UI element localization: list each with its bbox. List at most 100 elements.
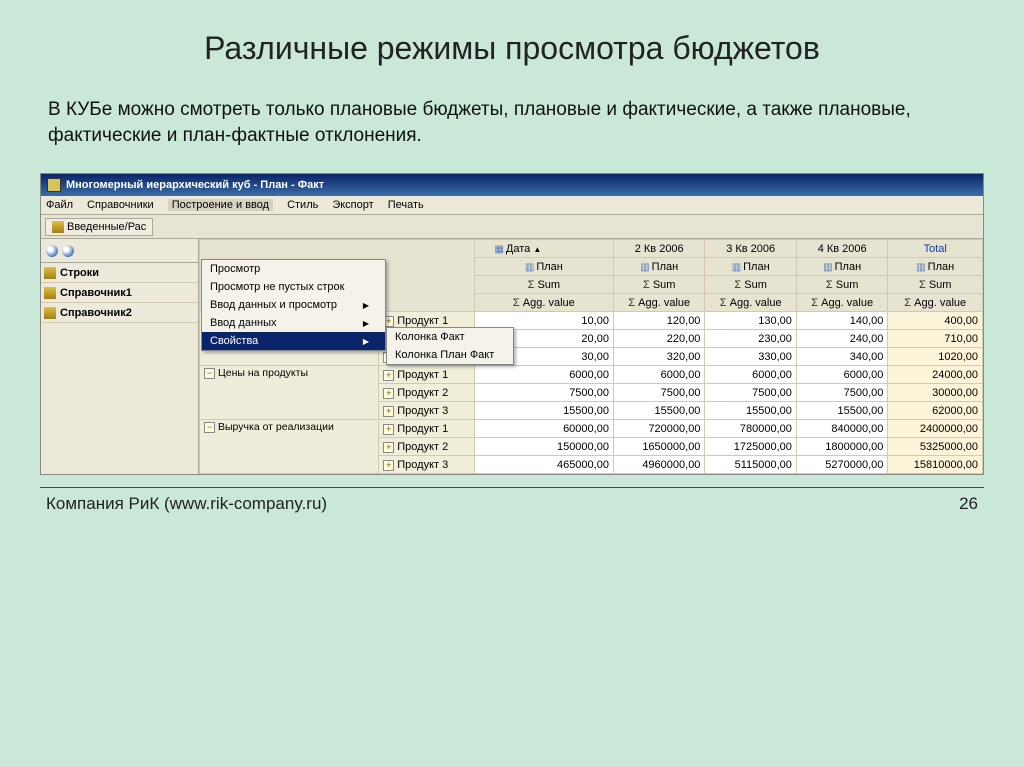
menu-build[interactable]: Построение и ввод <box>168 199 273 211</box>
dd-item-input[interactable]: Ввод данных▶ <box>202 314 385 332</box>
side-row-stroki[interactable]: Строки <box>41 263 198 283</box>
cell: 5115000,00 <box>705 456 796 474</box>
cell: 340,00 <box>796 348 887 366</box>
cell: 320,00 <box>613 348 704 366</box>
cell: 15500,00 <box>705 402 796 420</box>
zoom-out-icon[interactable] <box>62 245 74 257</box>
hdr-plan-3: ▥План <box>705 258 796 276</box>
product-cell[interactable]: +Продукт 1 <box>379 420 475 438</box>
menu-style[interactable]: Стиль <box>287 199 318 211</box>
side-row-ref1[interactable]: Справочник1 <box>41 283 198 303</box>
group-revenue[interactable]: −Выручка от реализации <box>200 420 379 474</box>
app-window: Многомерный иерархический куб - План - Ф… <box>40 173 984 475</box>
cell: 140,00 <box>796 312 887 330</box>
hdr-agg-1: Σ Agg. value <box>474 294 613 312</box>
dd-item-nonempty[interactable]: Просмотр не пустых строк <box>202 278 385 296</box>
cell-total: 24000,00 <box>888 366 983 384</box>
expand-icon[interactable]: + <box>383 442 394 453</box>
menu-print[interactable]: Печать <box>388 199 424 211</box>
cell: 1650000,00 <box>613 438 704 456</box>
cell: 720000,00 <box>613 420 704 438</box>
expand-icon[interactable]: + <box>383 388 394 399</box>
cell: 780000,00 <box>705 420 796 438</box>
col-q4[interactable]: 4 Кв 2006 <box>796 240 887 258</box>
cell: 15500,00 <box>796 402 887 420</box>
hdr-agg-2: Σ Agg. value <box>613 294 704 312</box>
slide-title: Различные режимы просмотра бюджетов <box>40 30 984 67</box>
cell: 6000,00 <box>796 366 887 384</box>
cell: 150000,00 <box>474 438 613 456</box>
expand-icon[interactable]: + <box>383 406 394 417</box>
col-date[interactable]: ▦Дата ▲ 1 Кв 2006 <box>474 240 613 258</box>
col-q3[interactable]: 3 Кв 2006 <box>705 240 796 258</box>
cell: 840000,00 <box>796 420 887 438</box>
dd-item-view[interactable]: Просмотр <box>202 260 385 278</box>
dropdown-menu: Просмотр Просмотр не пустых строк Ввод д… <box>201 259 386 351</box>
submenu: Колонка Факт Колонка План Факт <box>386 327 514 365</box>
cell: 7500,00 <box>796 384 887 402</box>
expand-icon[interactable]: + <box>383 460 394 471</box>
cell: 465000,00 <box>474 456 613 474</box>
slide-footer: Компания РиК (www.rik-company.ru) 26 <box>40 494 984 514</box>
zoom-in-icon[interactable] <box>46 245 58 257</box>
cell: 7500,00 <box>613 384 704 402</box>
hdr-sum-4: Σ Sum <box>796 276 887 294</box>
hdr-sum-5: Σ Sum <box>888 276 983 294</box>
expand-icon[interactable]: + <box>383 370 394 381</box>
dd-item-properties[interactable]: Свойства▶ <box>202 332 385 350</box>
side-panel: Строки Справочник1 Справочник2 <box>41 239 199 474</box>
hdr-plan-1: ▥План <box>474 258 613 276</box>
footer-company: Компания РиК (www.rik-company.ru) <box>46 494 327 514</box>
side-row-ref2[interactable]: Справочник2 <box>41 303 198 323</box>
cell-total: 400,00 <box>888 312 983 330</box>
cell-total: 710,00 <box>888 330 983 348</box>
cell: 230,00 <box>705 330 796 348</box>
hdr-sum-3: Σ Sum <box>705 276 796 294</box>
cell-total: 1020,00 <box>888 348 983 366</box>
table-row: −Цены на продукты +Продукт 1 6000,006000… <box>200 366 983 384</box>
expand-icon[interactable]: + <box>383 424 394 435</box>
cell: 60000,00 <box>474 420 613 438</box>
cell: 240,00 <box>796 330 887 348</box>
product-cell[interactable]: +Продукт 3 <box>379 456 475 474</box>
sm-item-col-fact[interactable]: Колонка Факт <box>387 328 513 346</box>
app-icon <box>47 178 61 192</box>
collapse-icon[interactable]: − <box>204 422 215 433</box>
product-cell[interactable]: +Продукт 1 <box>379 366 475 384</box>
menubar: Файл Справочники Построение и ввод Стиль… <box>41 196 983 215</box>
product-cell[interactable]: +Продукт 2 <box>379 438 475 456</box>
cell-total: 62000,00 <box>888 402 983 420</box>
cell: 5270000,00 <box>796 456 887 474</box>
menu-file[interactable]: Файл <box>46 199 73 211</box>
chevron-right-icon: ▶ <box>363 337 369 346</box>
menu-export[interactable]: Экспорт <box>332 199 373 211</box>
hdr-plan-4: ▥План <box>796 258 887 276</box>
toolbar: Введенные/Рас <box>41 215 983 239</box>
toolbar-entered-button[interactable]: Введенные/Рас <box>45 218 153 236</box>
window-title: Многомерный иерархический куб - План - Ф… <box>66 179 324 191</box>
tree-icon <box>44 287 56 299</box>
footer-divider <box>40 487 984 488</box>
product-cell[interactable]: +Продукт 3 <box>379 402 475 420</box>
hdr-plan-2: ▥План <box>613 258 704 276</box>
product-cell[interactable]: +Продукт 2 <box>379 384 475 402</box>
dd-item-input-view[interactable]: Ввод данных и просмотр▶ <box>202 296 385 314</box>
hdr-plan-5: ▥План <box>888 258 983 276</box>
cell: 15500,00 <box>613 402 704 420</box>
col-total[interactable]: Total <box>888 240 983 258</box>
cell: 6000,00 <box>474 366 613 384</box>
col-q2[interactable]: 2 Кв 2006 <box>613 240 704 258</box>
cell-total: 30000,00 <box>888 384 983 402</box>
tree-icon <box>44 267 56 279</box>
group-prices[interactable]: −Цены на продукты <box>200 366 379 420</box>
menu-reference[interactable]: Справочники <box>87 199 154 211</box>
sm-item-col-planfact[interactable]: Колонка План Факт <box>387 346 513 364</box>
chevron-right-icon: ▶ <box>363 301 369 310</box>
hdr-sum-2: Σ Sum <box>613 276 704 294</box>
collapse-icon[interactable]: − <box>204 368 215 379</box>
hdr-agg-3: Σ Agg. value <box>705 294 796 312</box>
cell: 120,00 <box>613 312 704 330</box>
table-row: −Выручка от реализации +Продукт 1 60000,… <box>200 420 983 438</box>
cell: 220,00 <box>613 330 704 348</box>
cell: 330,00 <box>705 348 796 366</box>
